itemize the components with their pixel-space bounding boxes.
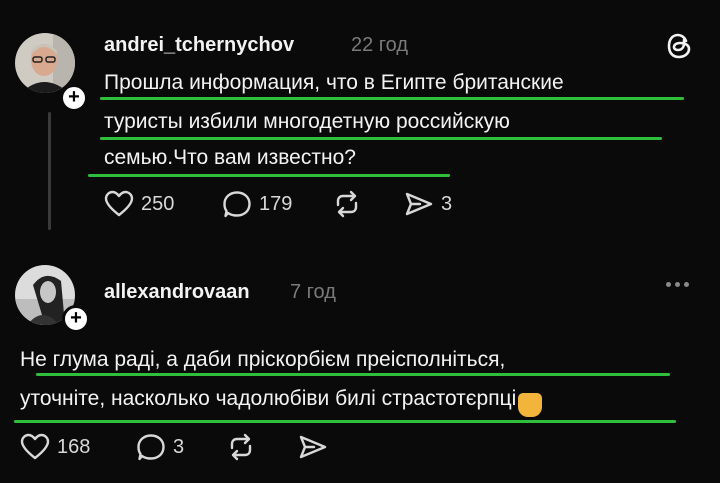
repost-icon — [230, 433, 252, 461]
like-button[interactable]: 168 — [20, 433, 90, 461]
post-time: 22 год — [351, 34, 409, 56]
post-text-line: туристы избили многодетную российскую — [104, 110, 510, 133]
green-underline — [36, 373, 670, 376]
post-text-line: Не глума раді, а даби пріскорбієм преісп… — [20, 348, 506, 371]
share-button[interactable]: 3 — [404, 190, 452, 218]
comment-button[interactable]: 179 — [222, 190, 292, 218]
more-options-icon[interactable] — [666, 282, 689, 287]
threads-logo-icon[interactable] — [664, 31, 694, 61]
share-button[interactable] — [298, 433, 328, 461]
repost-button[interactable] — [226, 433, 256, 461]
like-count: 168 — [57, 435, 91, 458]
avatar-andrei[interactable] — [15, 33, 75, 93]
share-icon — [299, 435, 327, 459]
green-underline — [14, 420, 676, 423]
comment-icon — [137, 434, 165, 461]
heart-icon — [104, 190, 134, 217]
green-underline — [88, 174, 450, 177]
repost-icon — [336, 190, 358, 218]
heart-icon — [20, 433, 50, 460]
post-time: 7 год — [290, 281, 336, 303]
comment-count: 179 — [259, 192, 293, 215]
post-username[interactable]: allexandrovaan — [104, 281, 250, 304]
share-count: 3 — [441, 192, 453, 215]
follow-plus-button[interactable]: + — [62, 305, 90, 333]
comment-button[interactable]: 3 — [136, 433, 184, 461]
post-text-line: уточніте, насколько чадолюбіви билі стра… — [20, 383, 543, 417]
post-username[interactable]: andrei_tchernychov — [104, 34, 294, 57]
post-text-line: семью.Что вам известно? — [104, 146, 356, 169]
comment-count: 3 — [173, 435, 185, 458]
praying-hands-emoji: 🙏 — [518, 393, 543, 417]
share-icon — [405, 192, 433, 216]
like-count: 250 — [141, 192, 175, 215]
comment-icon — [223, 191, 251, 218]
repost-button[interactable] — [332, 190, 362, 218]
green-underline — [100, 97, 684, 100]
green-underline — [100, 137, 662, 140]
post-text-content: уточніте, насколько чадолюбіви билі стра… — [20, 387, 517, 410]
thread-connector-line — [48, 112, 51, 230]
post-text-line: Прошла информация, что в Египте британск… — [104, 71, 564, 94]
follow-plus-button[interactable]: + — [60, 84, 88, 112]
like-button[interactable]: 250 — [104, 190, 174, 218]
